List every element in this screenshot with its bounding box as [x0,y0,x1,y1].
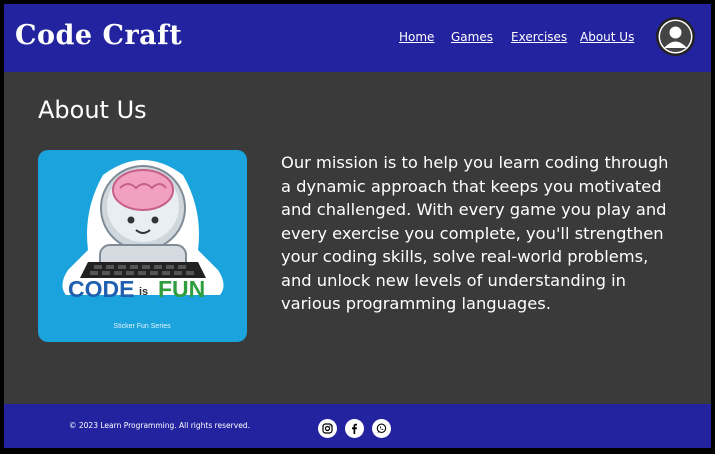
logo-caption: Sticker Fun Series [113,323,171,330]
nav-exercises-link[interactable]: Exercises [511,30,567,44]
nav-home-link[interactable]: Home [399,30,434,44]
logo-text-fun: FUN [158,276,205,302]
whatsapp-icon[interactable] [372,419,391,438]
facebook-icon[interactable] [345,419,364,438]
code-is-fun-logo: CODE is FUN Sticker Fun Series [38,150,247,342]
instagram-icon[interactable] [318,419,337,438]
copyright-text: © 2023 Learn Programming. All rights res… [69,421,250,430]
page-title: About Us [38,96,147,124]
mission-text: Our mission is to help you learn coding … [281,153,669,313]
footer: © 2023 Learn Programming. All rights res… [4,404,711,448]
user-avatar-icon[interactable] [656,17,695,56]
brand-logo-text[interactable]: Code Craft [15,20,182,51]
page-frame: Code Craft Home Games Exercises About Us… [4,4,711,448]
header: Code Craft Home Games Exercises About Us [4,4,711,72]
logo-text-code: CODE [68,276,134,302]
nav-about-us-link[interactable]: About Us [580,30,634,44]
logo-text-is: is [139,286,148,298]
nav-games-link[interactable]: Games [451,30,493,44]
